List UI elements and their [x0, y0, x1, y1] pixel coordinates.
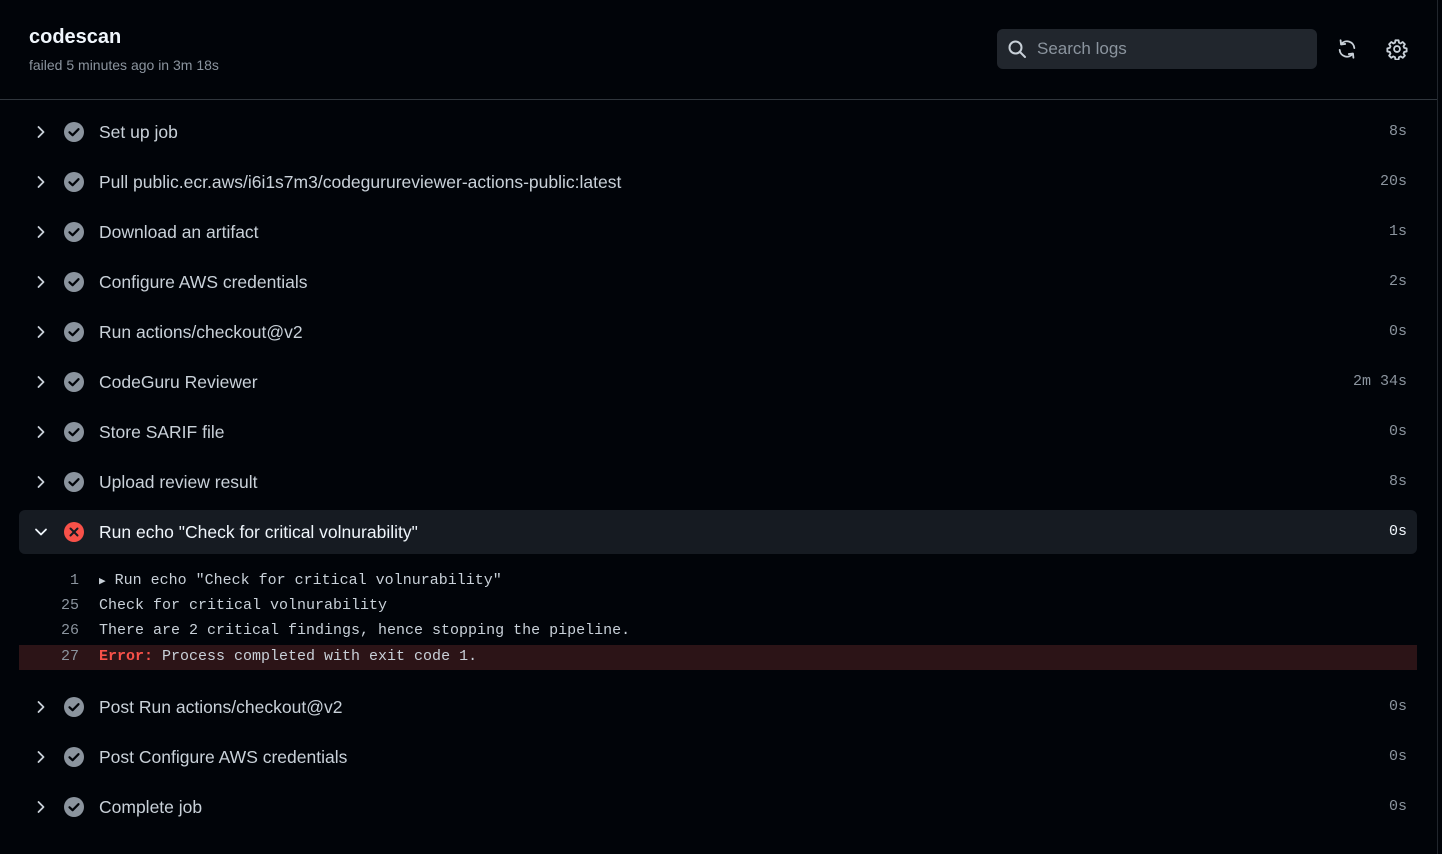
step-codeguru-reviewer[interactable]: CodeGuru Reviewer 2m 34s: [19, 360, 1417, 404]
x-circle-icon: [64, 522, 84, 542]
job-log-page: codescan failed 5 minutes ago in 3m 18s: [0, 0, 1442, 854]
log-line-number[interactable]: 27: [19, 648, 79, 665]
step-name: Complete job: [99, 797, 203, 817]
check-circle-icon: [64, 322, 84, 342]
step-duration: 0s: [1388, 798, 1407, 815]
step-run-echo-failed[interactable]: Run echo "Check for critical volnurabili…: [19, 510, 1417, 554]
sync-icon: [1338, 39, 1356, 59]
step-name: Upload review result: [99, 472, 258, 492]
log-line-text: Error: Process completed with exit code …: [99, 648, 477, 665]
check-circle-icon: [64, 747, 84, 767]
error-message: Process completed with exit code 1.: [153, 648, 478, 665]
error-label: Error:: [99, 648, 154, 665]
chevron-right-icon: [37, 126, 45, 138]
step-name: Download an artifact: [99, 222, 259, 242]
chevron-right-icon: [37, 476, 45, 488]
chevron-right-icon: [37, 426, 45, 438]
step-store-sarif[interactable]: Store SARIF file 0s: [19, 410, 1417, 454]
log-group-title: Run echo "Check for critical volnurabili…: [114, 572, 502, 589]
step-set-up-job[interactable]: Set up job 8s: [19, 110, 1417, 154]
chevron-right-icon: [37, 801, 45, 813]
log-line-text: There are 2 critical findings, hence sto…: [99, 622, 631, 639]
gear-icon: [1386, 39, 1408, 60]
step-name: Store SARIF file: [99, 422, 225, 442]
settings-button[interactable]: [1385, 37, 1409, 61]
job-status-meta: failed 5 minutes ago in 3m 18s: [29, 57, 219, 73]
check-circle-icon: [64, 172, 84, 192]
log-line[interactable]: 1 ▶ Run echo "Check for critical volnura…: [19, 569, 1417, 594]
step-duration: 2s: [1388, 273, 1407, 290]
log-line-number[interactable]: 25: [19, 597, 79, 614]
log-line: 25 Check for critical volnurability: [19, 594, 1417, 619]
step-name: Pull public.ecr.aws/i6i1s7m3/codegururev…: [99, 172, 622, 192]
step-duration: 8s: [1388, 123, 1407, 140]
step-download-artifact[interactable]: Download an artifact 1s: [19, 210, 1417, 254]
check-circle-icon: [64, 797, 84, 817]
search-logs-input[interactable]: [1037, 29, 1307, 69]
step-pull-image[interactable]: Pull public.ecr.aws/i6i1s7m3/codegururev…: [19, 160, 1417, 204]
search-logs-box[interactable]: [997, 29, 1317, 69]
log-error-line: 27 Error: Process completed with exit co…: [19, 645, 1417, 670]
chevron-right-icon: [37, 276, 45, 288]
step-complete-job[interactable]: Complete job 0s: [19, 785, 1417, 829]
check-circle-icon: [64, 222, 84, 242]
job-title: codescan: [29, 26, 122, 48]
step-duration: 20s: [1379, 173, 1407, 190]
step-name: CodeGuru Reviewer: [99, 372, 258, 392]
step-duration: 0s: [1388, 748, 1407, 765]
chevron-down-icon: [35, 528, 47, 536]
check-circle-icon: [64, 372, 84, 392]
step-duration: 1s: [1388, 223, 1407, 240]
step-duration: 0s: [1388, 523, 1407, 540]
log-line: 26 There are 2 critical findings, hence …: [19, 619, 1417, 644]
job-header: codescan failed 5 minutes ago in 3m 18s: [0, 0, 1437, 100]
step-name: Run echo "Check for critical volnurabili…: [99, 522, 418, 542]
search-icon: [1008, 40, 1026, 58]
chevron-right-icon: [37, 326, 45, 338]
step-duration: 2m 34s: [1352, 373, 1407, 390]
log-line-number[interactable]: 1: [19, 572, 79, 589]
check-circle-icon: [64, 122, 84, 142]
step-name: Run actions/checkout@v2: [99, 322, 303, 342]
step-checkout[interactable]: Run actions/checkout@v2 0s: [19, 310, 1417, 354]
step-name: Post Run actions/checkout@v2: [99, 697, 343, 717]
check-circle-icon: [64, 272, 84, 292]
step-upload-review[interactable]: Upload review result 8s: [19, 460, 1417, 504]
step-name: Post Configure AWS credentials: [99, 747, 348, 767]
step-name: Configure AWS credentials: [99, 272, 308, 292]
scrollbar-edge: [1437, 0, 1438, 854]
chevron-right-icon: [37, 226, 45, 238]
chevron-right-icon: [37, 376, 45, 388]
triangle-right-icon[interactable]: ▶: [99, 576, 106, 588]
step-configure-aws[interactable]: Configure AWS credentials 2s: [19, 260, 1417, 304]
log-line-text: Check for critical volnurability: [99, 597, 388, 614]
check-circle-icon: [64, 697, 84, 717]
step-post-checkout[interactable]: Post Run actions/checkout@v2 0s: [19, 685, 1417, 729]
step-duration: 0s: [1388, 423, 1407, 440]
check-circle-icon: [64, 472, 84, 492]
step-post-configure-aws[interactable]: Post Configure AWS credentials 0s: [19, 735, 1417, 779]
step-duration: 0s: [1388, 323, 1407, 340]
chevron-right-icon: [37, 751, 45, 763]
check-circle-icon: [64, 422, 84, 442]
log-line-number[interactable]: 26: [19, 622, 79, 639]
log-line-text: ▶ Run echo "Check for critical volnurabi…: [99, 572, 502, 589]
chevron-right-icon: [37, 176, 45, 188]
step-duration: 8s: [1388, 473, 1407, 490]
chevron-right-icon: [37, 701, 45, 713]
step-duration: 0s: [1388, 698, 1407, 715]
refresh-button[interactable]: [1335, 37, 1359, 61]
step-name: Set up job: [99, 122, 178, 142]
